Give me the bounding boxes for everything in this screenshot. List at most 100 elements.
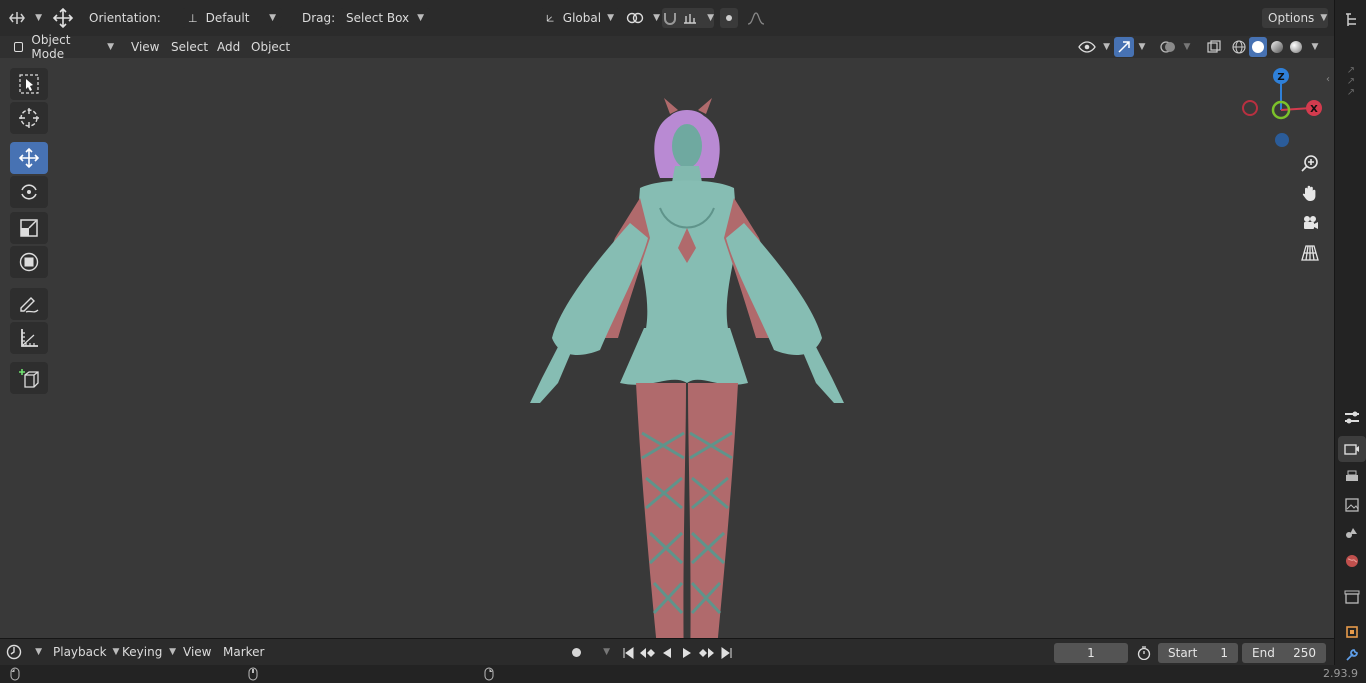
overlays-toggle[interactable] [1158, 37, 1178, 57]
record-icon [572, 647, 581, 657]
chevron-down-icon[interactable]: ▼ [1307, 37, 1323, 57]
editor-type-selector[interactable]: ▼ [8, 8, 42, 28]
tab-render[interactable] [1338, 465, 1366, 489]
shading-wireframe[interactable] [1230, 37, 1248, 57]
play-icon [683, 648, 691, 658]
move-arrows-icon [18, 147, 40, 169]
tab-tool[interactable] [1338, 436, 1366, 462]
chevron-down-icon[interactable]: ▼ [1180, 37, 1194, 57]
measure-tool[interactable] [10, 322, 48, 354]
camera-view-button[interactable] [1296, 209, 1324, 237]
options-dropdown[interactable]: Options ▼ [1262, 8, 1328, 28]
version-label: 2.93.9 [1323, 667, 1358, 680]
gizmo-toggle[interactable] [1114, 37, 1134, 57]
rotate-icon [21, 184, 37, 200]
perspective-toggle-button[interactable] [1296, 239, 1324, 267]
mode-dropdown[interactable]: Object Mode ▼ [8, 33, 120, 61]
menu-object[interactable]: Object [246, 37, 295, 57]
annotate-tool[interactable] [10, 288, 48, 320]
falloff-dropdown[interactable] [742, 8, 770, 28]
rotate-tool[interactable] [10, 176, 48, 208]
zoom-icon [1301, 155, 1318, 172]
add-cube-tool[interactable] [10, 362, 48, 394]
tab-scene[interactable] [1338, 521, 1366, 545]
menu-view[interactable]: View [178, 642, 216, 662]
3d-viewport[interactable]: Z X ‹ [0, 58, 1334, 638]
shading-material[interactable] [1268, 37, 1286, 57]
end-frame-field[interactable]: End 250 [1242, 643, 1326, 663]
scale-icon [20, 219, 38, 237]
drag-dropdown[interactable]: Select Box ▼ [340, 8, 430, 28]
snap-increment-icon [684, 14, 696, 24]
end-value: 250 [1293, 646, 1316, 660]
pin-icon: ↗ [1346, 86, 1356, 98]
snap-toggle[interactable]: ▼ [662, 8, 714, 28]
object-square-icon [1346, 626, 1358, 638]
chevron-down-icon[interactable]: ▼ [1134, 37, 1150, 57]
menu-add[interactable]: Add [212, 37, 245, 57]
properties-editor-button[interactable] [1338, 406, 1366, 430]
pivot-point-dropdown[interactable]: ▼ [626, 8, 660, 28]
orientation-label: Orientation: [89, 11, 161, 25]
current-frame-field[interactable]: 1 [1054, 643, 1128, 663]
xray-icon [1207, 40, 1221, 53]
gizmo-neg-z[interactable] [1275, 133, 1289, 147]
mouse-left-icon [10, 667, 20, 681]
visibility-dropdown[interactable]: ▼ [1078, 37, 1110, 57]
xray-toggle[interactable] [1204, 37, 1224, 57]
tab-output[interactable] [1338, 493, 1366, 517]
orientation-dropdown[interactable]: ⊥ Default ▼ [182, 8, 282, 28]
zoom-button[interactable] [1296, 149, 1324, 177]
cursor-icon [19, 108, 39, 128]
material-sphere-icon [1271, 41, 1283, 53]
tab-modifiers[interactable] [1338, 646, 1366, 664]
pencil-icon [20, 297, 39, 313]
proportional-edit-icon [726, 15, 732, 21]
menu-marker[interactable]: Marker [218, 642, 269, 662]
jump-start-button[interactable] [619, 644, 637, 662]
jump-end-button[interactable] [718, 644, 736, 662]
transform-tool[interactable] [10, 246, 48, 278]
sidebar-toggle-icon[interactable]: ‹ [1322, 72, 1334, 86]
ruler-icon [21, 329, 38, 347]
play-button[interactable] [678, 644, 696, 662]
pan-button[interactable] [1296, 179, 1324, 207]
tab-collection[interactable] [1338, 585, 1366, 609]
transform-orientation-dropdown[interactable]: Global ▼ [540, 8, 620, 28]
start-frame-field[interactable]: Start 1 [1158, 643, 1238, 663]
jump-start-icon [623, 647, 634, 659]
gizmo-neg-x[interactable] [1242, 100, 1258, 116]
mouse-right-icon [484, 667, 494, 681]
collection-box-icon [1344, 590, 1360, 604]
scale-tool[interactable] [10, 212, 48, 244]
shading-solid[interactable] [1249, 37, 1267, 57]
menu-view[interactable]: View [126, 37, 164, 57]
menu-select[interactable]: Select [166, 37, 213, 57]
preview-range-toggle[interactable] [1134, 643, 1154, 663]
world-icon [1346, 555, 1358, 567]
pin-icon: ↗ [1346, 75, 1356, 87]
next-keyframe-button[interactable] [698, 644, 716, 662]
model-right-leg [688, 383, 738, 638]
chevron-down-icon: ▼ [107, 42, 114, 52]
move-tool[interactable] [10, 142, 48, 174]
play-reverse-button[interactable] [658, 644, 676, 662]
select-box-tool[interactable] [10, 68, 48, 100]
tab-object[interactable] [1338, 620, 1366, 644]
drag-value: Select Box [346, 11, 410, 25]
proportional-edit-toggle[interactable] [720, 8, 738, 28]
navigation-gizmo[interactable]: Z X [1236, 66, 1326, 158]
outliner-editor-button[interactable] [1341, 10, 1363, 30]
timeline-editor-type[interactable]: ▼ [6, 642, 42, 662]
character-model[interactable] [500, 38, 880, 638]
wrench-icon [1346, 649, 1358, 661]
menu-keying[interactable]: Keying ▼ [117, 642, 181, 662]
prev-keyframe-button[interactable] [638, 644, 656, 662]
chevron-down-icon: ▼ [417, 13, 424, 23]
chevron-down-icon: ▼ [1320, 13, 1328, 23]
shading-rendered[interactable] [1287, 37, 1305, 57]
tab-world[interactable] [1338, 549, 1366, 573]
cursor-tool[interactable] [10, 102, 48, 134]
menu-playback[interactable]: Playback ▼ [48, 642, 120, 662]
auto-keying-toggle[interactable]: ▼ [572, 642, 610, 662]
